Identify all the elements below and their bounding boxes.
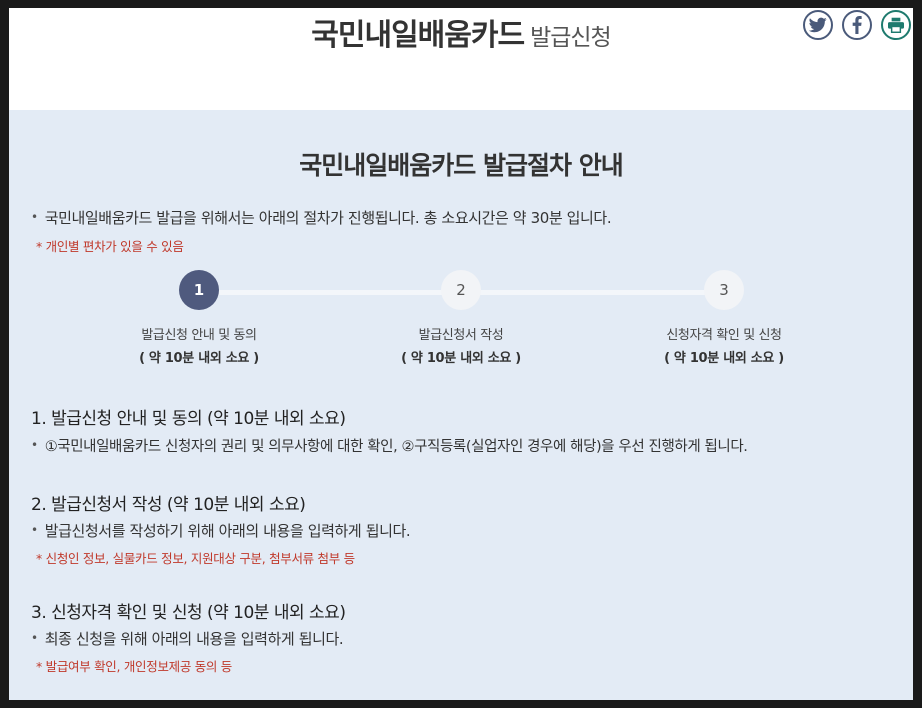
page-frame: 국민내일배움카드 발급신청 국민내일배움카드 발급절차 안내 • 국민내일배움카… bbox=[9, 8, 913, 700]
section-2-note: * 신청인 정보, 실물카드 정보, 지원대상 구분, 첨부서류 첨부 등 bbox=[36, 551, 355, 566]
step-3-circle: 3 bbox=[704, 270, 744, 310]
step-1-duration: ( 약 10분 내외 소요 ) bbox=[139, 351, 259, 366]
page-title-sub: 발급신청 bbox=[530, 25, 612, 51]
page-title-main: 국민내일배움카드 bbox=[311, 18, 525, 53]
section-1-text: ①국민내일배움카드 신청자의 권리 및 의무사항에 대한 확인, ②구직등록(실… bbox=[31, 435, 748, 456]
guide-intro-text: 국민내일배움카드 발급을 위해서는 아래의 절차가 진행됩니다. 총 소요시간은… bbox=[44, 209, 612, 227]
step-2-label: 발급신청서 작성 bbox=[418, 328, 504, 343]
section-1-heading: 1. 발급신청 안내 및 동의 (약 10분 내외 소요) bbox=[31, 409, 346, 429]
twitter-share-button[interactable] bbox=[803, 10, 833, 40]
step-2-circle: 2 bbox=[441, 270, 481, 310]
guide-title: 국민내일배움카드 발급절차 안내 bbox=[299, 151, 623, 180]
share-toolbar bbox=[803, 10, 911, 40]
step-3: 3 신청자격 확인 및 신청 ( 약 10분 내외 소요 ) bbox=[614, 270, 834, 366]
section-2-heading: 2. 발급신청서 작성 (약 10분 내외 소요) bbox=[31, 495, 306, 515]
procedure-guide-panel: 국민내일배움카드 발급절차 안내 국민내일배움카드 발급을 위해서는 아래의 절… bbox=[9, 110, 913, 700]
step-indicator: 1 발급신청 안내 및 동의 ( 약 10분 내외 소요 ) 2 발급신청서 작… bbox=[9, 270, 913, 370]
page-title: 국민내일배움카드 발급신청 bbox=[9, 10, 913, 54]
section-2-text: 발급신청서를 작성하기 위해 아래의 내용을 입력하게 됩니다. bbox=[31, 520, 411, 541]
step-3-label: 신청자격 확인 및 신청 bbox=[666, 328, 782, 343]
printer-icon bbox=[888, 17, 904, 33]
section-3-text-content: 최종 신청을 위해 아래의 내용을 입력하게 됩니다. bbox=[44, 630, 344, 648]
step-1: 1 발급신청 안내 및 동의 ( 약 10분 내외 소요 ) bbox=[89, 270, 309, 366]
section-3-heading: 3. 신청자격 확인 및 신청 (약 10분 내외 소요) bbox=[31, 603, 346, 623]
step-2-duration: ( 약 10분 내외 소요 ) bbox=[401, 351, 521, 366]
step-3-duration: ( 약 10분 내외 소요 ) bbox=[664, 351, 784, 366]
facebook-share-button[interactable] bbox=[842, 10, 872, 40]
section-2-text-content: 발급신청서를 작성하기 위해 아래의 내용을 입력하게 됩니다. bbox=[44, 522, 411, 540]
facebook-icon bbox=[852, 16, 862, 34]
page-header: 국민내일배움카드 발급신청 bbox=[9, 8, 913, 110]
guide-intro: 국민내일배움카드 발급을 위해서는 아래의 절차가 진행됩니다. 총 소요시간은… bbox=[31, 207, 612, 228]
print-button[interactable] bbox=[881, 10, 911, 40]
guide-intro-note: * 개인별 편차가 있을 수 있음 bbox=[36, 239, 184, 254]
step-1-circle: 1 bbox=[179, 270, 219, 310]
step-2: 2 발급신청서 작성 ( 약 10분 내외 소요 ) bbox=[351, 270, 571, 366]
section-3-note: * 발급여부 확인, 개인정보제공 동의 등 bbox=[36, 659, 232, 674]
section-1-text-content: ①국민내일배움카드 신청자의 권리 및 의무사항에 대한 확인, ②구직등록(실… bbox=[44, 439, 748, 455]
twitter-icon bbox=[809, 17, 827, 33]
section-3-text: 최종 신청을 위해 아래의 내용을 입력하게 됩니다. bbox=[31, 628, 344, 649]
step-1-label: 발급신청 안내 및 동의 bbox=[141, 328, 257, 343]
